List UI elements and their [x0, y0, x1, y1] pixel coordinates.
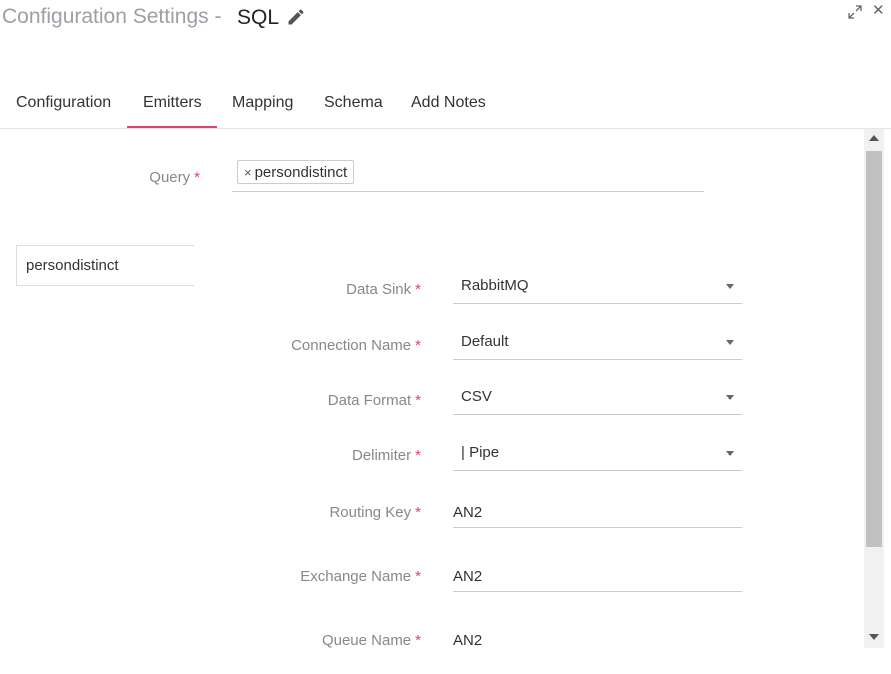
tab-schema[interactable]: Schema	[324, 94, 383, 112]
emitters-panel: Query * × persondistinct persondistinct D…	[0, 129, 862, 649]
queue-name-label: Queue Name *	[321, 632, 421, 649]
data-sink-value: RabbitMQ	[461, 277, 529, 294]
scroll-up-icon[interactable]	[869, 135, 879, 141]
queue-name-input[interactable]	[453, 625, 742, 649]
data-format-value: CSV	[461, 388, 492, 405]
title-prefix: Configuration Settings -	[2, 5, 222, 28]
data-sink-label: Data Sink *	[346, 281, 421, 298]
delimiter-value: | Pipe	[461, 444, 500, 461]
query-tag: × persondistinct	[237, 160, 355, 184]
query-tag-input[interactable]: × persondistinct	[232, 159, 704, 192]
data-format-select[interactable]: CSV	[453, 382, 742, 415]
query-tag-text: persondistinct	[254, 163, 348, 181]
component-name: SQL	[237, 6, 280, 29]
query-label: Query *	[149, 169, 200, 186]
chevron-down-icon	[726, 284, 734, 289]
chevron-down-icon	[726, 395, 734, 400]
chevron-down-icon	[726, 451, 734, 456]
tab-configuration[interactable]: Configuration	[16, 94, 111, 112]
routing-key-input[interactable]	[453, 497, 742, 528]
remove-tag-icon[interactable]: ×	[244, 165, 252, 180]
delimiter-label: Delimiter *	[351, 447, 421, 464]
routing-key-label: Routing Key *	[329, 504, 421, 521]
pencil-icon[interactable]	[286, 7, 306, 27]
data-sink-select[interactable]: RabbitMQ	[453, 271, 742, 304]
emitter-list-item[interactable]: persondistinct	[16, 245, 194, 286]
exchange-name-input[interactable]	[453, 561, 742, 592]
data-format-label: Data Format *	[327, 392, 421, 409]
connection-name-value: Default	[461, 333, 509, 350]
exchange-name-label: Exchange Name *	[300, 568, 421, 585]
scroll-down-icon[interactable]	[869, 634, 879, 640]
expand-icon[interactable]	[848, 5, 862, 19]
dialog-header: Configuration Settings - SQL ✕	[0, 0, 891, 60]
delimiter-select[interactable]: | Pipe	[453, 438, 742, 471]
vertical-scrollbar[interactable]	[864, 129, 884, 648]
connection-name-label: Connection Name *	[291, 337, 421, 354]
chevron-down-icon	[726, 340, 734, 345]
active-tab-indicator	[127, 126, 217, 128]
tab-bar: Configuration Emitters Mapping Schema Ad…	[0, 86, 891, 129]
tab-add-notes[interactable]: Add Notes	[411, 94, 486, 112]
close-icon[interactable]: ✕	[872, 3, 885, 19]
tab-emitters[interactable]: Emitters	[143, 94, 202, 112]
tab-mapping[interactable]: Mapping	[232, 94, 293, 112]
scroll-thumb[interactable]	[866, 151, 882, 547]
connection-name-select[interactable]: Default	[453, 327, 742, 360]
